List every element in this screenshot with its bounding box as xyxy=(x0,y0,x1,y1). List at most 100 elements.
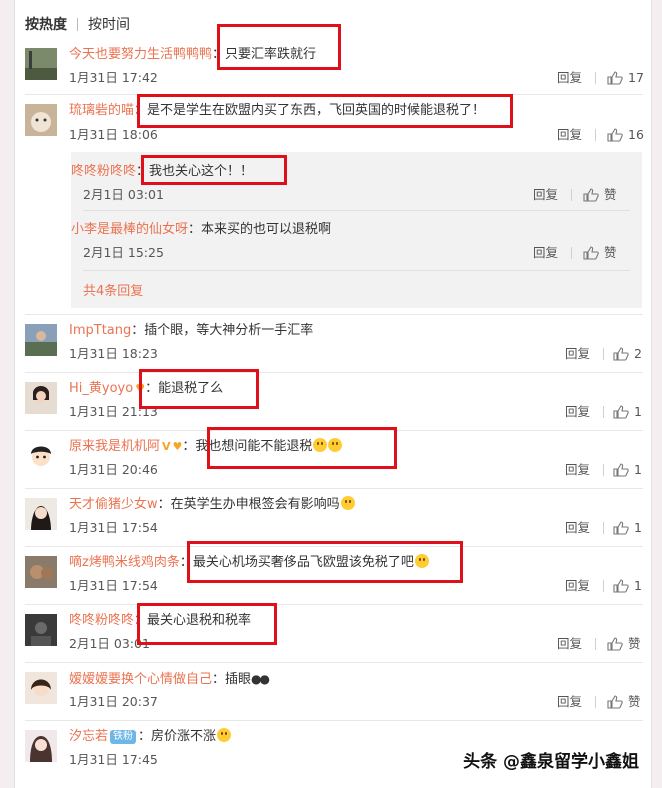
comment-time: 1月31日 17:42 xyxy=(69,70,158,85)
sub-reply-time: 2月1日 15:25 xyxy=(83,245,164,260)
tab-divider xyxy=(77,17,78,31)
comment-time: 1月31日 17:54 xyxy=(69,520,158,535)
comment-item: Hi_黄yoyo ♥：能退税了么 1月31日 21:13 回复 1 xyxy=(15,378,653,428)
sleepy-emoji-icon xyxy=(217,728,232,742)
like-count: 1 xyxy=(634,578,642,593)
reply-button[interactable]: 回复 xyxy=(557,694,582,710)
like-label: 赞 xyxy=(604,187,617,202)
comment-item: 嫒嫒嫒要换个心情做自己：插眼●● 1月31日 20:37 回复 赞 xyxy=(15,668,653,718)
reply-button[interactable]: 回复 xyxy=(533,187,558,203)
reply-button[interactable]: 回复 xyxy=(565,520,590,536)
comment-item: ImpTtang：插个眼，等大神分析一手汇率 1月31日 18:23 回复 2 xyxy=(15,320,653,370)
comment-username[interactable]: 嫒嫒嫒要换个心情做自己 xyxy=(69,672,212,687)
comment-item: 天才偷猪少女w：在英学生办申根签会有影响吗 1月31日 17:54 回复 1 xyxy=(15,494,653,544)
sort-tabs: 按热度 按时间 xyxy=(25,12,130,36)
reply-button[interactable]: 回复 xyxy=(557,70,582,86)
thumbs-up-icon xyxy=(613,521,629,535)
thumbs-up-icon xyxy=(613,463,629,477)
avatar[interactable] xyxy=(25,48,57,80)
reply-button[interactable]: 回复 xyxy=(565,404,590,420)
like-button[interactable]: 赞 xyxy=(607,636,641,652)
fan-badge-icon: ♥ xyxy=(172,440,183,453)
reply-button[interactable]: 回复 xyxy=(557,636,582,652)
comment-username[interactable]: 汐忘若 xyxy=(69,729,108,744)
thumbs-up-icon xyxy=(607,128,623,142)
avatar[interactable] xyxy=(25,104,57,136)
comment-time: 1月31日 20:46 xyxy=(69,462,158,477)
thumbs-up-icon xyxy=(613,579,629,593)
avatar[interactable] xyxy=(25,382,57,414)
reply-button[interactable]: 回复 xyxy=(565,346,590,362)
like-button[interactable]: 2 xyxy=(613,346,642,362)
thumbs-up-icon xyxy=(607,695,623,709)
comment-username[interactable]: 原来我是机机阿 xyxy=(69,439,160,454)
watermark: 头条 @鑫泉留学小鑫姐 xyxy=(463,752,639,772)
comment-username[interactable]: 天才偷猪少女w xyxy=(69,497,158,512)
avatar[interactable] xyxy=(25,498,57,530)
tab-sort-by-time[interactable]: 按时间 xyxy=(88,14,130,34)
like-button[interactable]: 1 xyxy=(613,578,642,594)
comment-page: 按热度 按时间 今天也要努力生活鸭鸭鸭：只要汇率跌就行 1月31日 17:42 … xyxy=(14,0,652,788)
more-replies-link[interactable]: 共4条回复 xyxy=(83,280,143,299)
comment-text: 插个眼，等大神分析一手汇率 xyxy=(144,323,314,338)
laugh-emoji-icon xyxy=(313,438,328,452)
eyes-emoji-icon: ●● xyxy=(251,672,270,686)
comment-username[interactable]: Hi_黄yoyo xyxy=(69,381,133,396)
comment-text: 插眼 xyxy=(225,672,252,687)
comment-username[interactable]: ImpTtang xyxy=(69,323,131,338)
reply-button[interactable]: 回复 xyxy=(565,578,590,594)
tab-sort-by-hot[interactable]: 按热度 xyxy=(25,14,67,34)
reply-button[interactable]: 回复 xyxy=(533,245,558,261)
like-button[interactable]: 17 xyxy=(607,70,644,86)
comment-time: 1月31日 18:23 xyxy=(69,346,158,361)
like-button[interactable]: 16 xyxy=(607,127,644,143)
like-count: 16 xyxy=(628,127,644,142)
like-button[interactable]: 1 xyxy=(613,520,642,536)
comment-username[interactable]: 咚咚粉咚咚 xyxy=(69,613,134,628)
comment-username[interactable]: 今天也要努力生活鸭鸭鸭 xyxy=(69,47,212,62)
comment-text: 能退税了么 xyxy=(158,381,224,396)
thumbs-up-icon xyxy=(607,71,623,85)
like-label: 赞 xyxy=(628,636,641,651)
reply-button[interactable]: 回复 xyxy=(565,462,590,478)
reply-button[interactable]: 回复 xyxy=(557,127,582,143)
like-button[interactable]: 赞 xyxy=(607,694,641,710)
like-button[interactable]: 1 xyxy=(613,462,642,478)
fan-badge: 铁粉 xyxy=(110,730,137,744)
fan-badge-icon: ♥ xyxy=(135,382,146,395)
worried-emoji-icon xyxy=(340,496,355,510)
comment-time: 1月31日 20:37 xyxy=(69,694,158,709)
comment-username[interactable]: 嘀z烤鸭米线鸡肉条 xyxy=(69,555,180,570)
comment-time: 1月31日 17:54 xyxy=(69,578,158,593)
thumbs-up-icon xyxy=(613,405,629,419)
like-count: 1 xyxy=(634,404,642,419)
sub-reply-username[interactable]: 咚咚粉咚咚 xyxy=(71,164,136,179)
comment-time: 1月31日 21:13 xyxy=(69,404,158,419)
cat-emoji-icon xyxy=(414,554,429,568)
like-button[interactable]: 赞 xyxy=(583,245,617,261)
avatar[interactable] xyxy=(25,556,57,588)
comment-item: 原来我是机机阿 V ♥：我也想问能不能退税 1月31日 20:46 回复 1 xyxy=(15,436,653,486)
sub-replies-panel: 咚咚粉咚咚：我也关心这个！！ 2月1日 03:01 回复 赞 小李是最棒的仙女呀… xyxy=(71,152,642,308)
avatar[interactable] xyxy=(25,730,57,762)
avatar[interactable] xyxy=(25,614,57,646)
avatar[interactable] xyxy=(25,672,57,704)
like-button[interactable]: 1 xyxy=(613,404,642,420)
avatar[interactable] xyxy=(25,324,57,356)
comment-text: 最关心机场买奢侈品飞欧盟该免税了吧 xyxy=(192,555,414,570)
thumbs-up-icon xyxy=(583,188,599,202)
comment-username[interactable]: 琉璃砦的喵 xyxy=(69,103,134,118)
laugh-emoji-icon xyxy=(328,438,343,452)
sub-reply-text: 本来买的也可以退税啊 xyxy=(201,222,332,237)
comment-item: 嘀z烤鸭米线鸡肉条：最关心机场买奢侈品飞欧盟该免税了吧 1月31日 17:54 … xyxy=(15,552,653,602)
like-button[interactable]: 赞 xyxy=(583,187,617,203)
sub-reply-item: 咚咚粉咚咚：我也关心这个！！ 2月1日 03:01 回复 赞 xyxy=(71,164,617,203)
thumbs-up-icon xyxy=(607,637,623,651)
comment-time: 1月31日 18:06 xyxy=(69,127,158,142)
comment-item: 咚咚粉咚咚：最关心退税和税率 2月1日 03:01 回复 赞 xyxy=(15,610,653,660)
comment-text: 房价涨不涨 xyxy=(151,729,217,744)
sub-reply-username[interactable]: 小李是最棒的仙女呀 xyxy=(71,222,188,237)
thumbs-up-icon xyxy=(583,246,599,260)
avatar[interactable] xyxy=(25,440,57,472)
comment-time: 2月1日 03:01 xyxy=(69,636,150,651)
